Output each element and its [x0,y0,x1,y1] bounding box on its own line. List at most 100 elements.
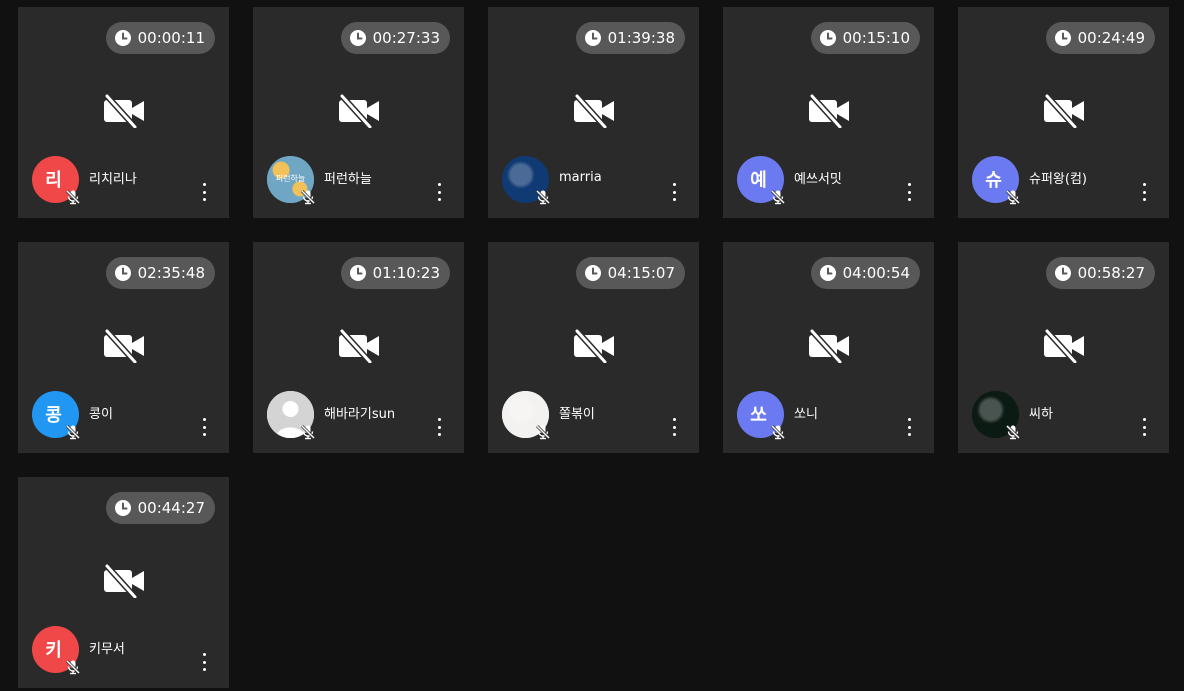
more-dot [907,198,911,201]
avatar-initial: 키 [45,639,62,661]
mic-off-icon [1005,424,1021,440]
more-dot [1142,190,1146,194]
avatar: 쏘 [737,391,786,440]
avatar-image-text: 퍼런하늘 [275,174,306,183]
more-dot [672,418,676,421]
avatar: 슈 [972,156,1021,205]
more-options-button[interactable] [434,418,444,436]
more-dot [437,425,441,429]
participant-name: 예쓰서밋 [794,172,842,187]
mic-off-icon [770,189,786,205]
timer-text: 02:35:48 [137,264,205,282]
elapsed-timer: 00:44:27 [105,492,215,524]
participant-tile[interactable]: 00:44:27 키 키무서 [18,477,229,688]
more-dot [672,198,676,201]
participant-name: 키무서 [89,642,125,657]
clock-icon [1054,265,1071,281]
mic-off-icon [535,189,551,205]
more-dot [672,425,676,429]
mic-off-icon [300,189,316,205]
more-dot [1142,425,1146,429]
camera-off-icon [808,94,849,128]
more-dot [202,660,206,664]
more-options-button[interactable] [1139,418,1149,436]
participant-tile[interactable]: 04:00:54 쏘 쏘니 [723,242,934,453]
mic-off-icon [65,659,81,675]
timer-text: 00:44:27 [137,499,205,517]
participant-info: 키 키무서 [32,626,125,675]
mic-off-icon [770,424,786,440]
more-dot [202,183,206,186]
more-dot [907,425,911,429]
participant-tile[interactable]: 00:15:10 예 예쓰서밋 [723,7,934,218]
elapsed-timer: 00:27:33 [340,22,450,54]
participant-tile[interactable]: 02:35:48 콩 콩이 [18,242,229,453]
timer-text: 01:10:23 [372,264,440,282]
camera-off-icon [338,94,379,128]
participant-info: 씨하 [972,391,1053,440]
clock-icon [349,265,366,281]
participant-name: 슈퍼왕(컴) [1029,172,1087,187]
participant-name: 퍼런하늘 [324,172,372,187]
participant-info: 콩 콩이 [32,391,113,440]
more-options-button[interactable] [434,183,444,201]
camera-off-icon [573,94,614,128]
timer-text: 00:15:10 [842,29,910,47]
more-dot [437,190,441,194]
avatar-initial: 콩 [45,404,62,426]
more-dot [672,183,676,186]
more-options-button[interactable] [199,653,209,671]
more-options-button[interactable] [669,418,679,436]
timer-text: 00:24:49 [1077,29,1145,47]
avatar: 예 [737,156,786,205]
elapsed-timer: 01:39:38 [575,22,685,54]
participant-info: 쏘 쏘니 [737,391,818,440]
avatar: 리 [32,156,81,205]
more-dot [907,183,911,186]
participant-name: marria [559,170,602,185]
participant-info: 예 예쓰서밋 [737,156,842,205]
mic-off-icon [1005,189,1021,205]
clock-icon [114,500,131,516]
more-dot [202,668,206,671]
more-options-button[interactable] [904,418,914,436]
participant-tile[interactable]: 01:39:38 marria [488,7,699,218]
camera-off-icon [103,329,144,363]
more-dot [907,190,911,194]
avatar-initial: 리 [45,169,62,191]
timer-text: 01:39:38 [607,29,675,47]
elapsed-timer: 04:00:54 [810,257,920,289]
timer-text: 00:58:27 [1077,264,1145,282]
participant-tile[interactable]: 01:10:23 해바라기sun [253,242,464,453]
avatar [267,391,316,440]
participant-info: 슈 슈퍼왕(컴) [972,156,1087,205]
clock-icon [114,30,131,46]
more-options-button[interactable] [1139,183,1149,201]
participant-tile[interactable]: 00:00:11 리 리치리나 [18,7,229,218]
participant-tile[interactable]: 00:24:49 슈 슈퍼왕(컴) [958,7,1169,218]
more-options-button[interactable] [904,183,914,201]
more-options-button[interactable] [199,418,209,436]
camera-off-icon [808,329,849,363]
participant-name: 씨하 [1029,407,1053,422]
camera-off-icon [103,564,144,598]
avatar: 퍼런하늘 [267,156,316,205]
clock-icon [114,265,131,281]
avatar [972,391,1021,440]
participant-tile[interactable]: 00:27:33 퍼런하늘 퍼런하늘 [253,7,464,218]
more-options-button[interactable] [669,183,679,201]
more-dot [437,433,441,436]
camera-off-icon [1043,329,1084,363]
timer-text: 00:00:11 [137,29,205,47]
participant-tile[interactable]: 00:58:27 씨하 [958,242,1169,453]
more-dot [437,198,441,201]
more-dot [202,653,206,656]
clock-icon [819,265,836,281]
more-dot [202,433,206,436]
elapsed-timer: 00:58:27 [1045,257,1155,289]
more-dot [907,418,911,421]
more-options-button[interactable] [199,183,209,201]
elapsed-timer: 00:15:10 [810,22,920,54]
participant-tile[interactable]: 04:15:07 쫄볶이 [488,242,699,453]
participant-info: marria [502,156,602,205]
